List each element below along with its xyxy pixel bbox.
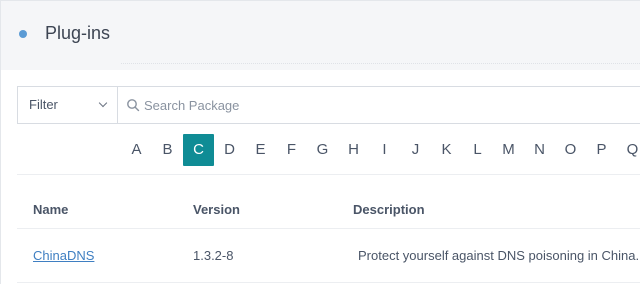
- letter-filter-i[interactable]: I: [369, 134, 400, 166]
- search-input[interactable]: [144, 87, 544, 123]
- letter-filter-k[interactable]: K: [431, 134, 462, 166]
- letter-filter-d[interactable]: D: [214, 134, 245, 166]
- filter-label: Filter: [29, 97, 58, 112]
- letter-filter-c[interactable]: C: [183, 134, 214, 166]
- package-name-link[interactable]: ChinaDNS: [33, 248, 94, 263]
- plugins-panel: Filter ABCDEFGHIJKLMNOPQ Name Version De…: [0, 70, 640, 284]
- letter-filter-o[interactable]: O: [555, 134, 586, 166]
- filter-dropdown[interactable]: Filter: [18, 87, 118, 123]
- letter-filter-f[interactable]: F: [276, 134, 307, 166]
- column-header-name: Name: [33, 202, 69, 217]
- letter-filter-g[interactable]: G: [307, 134, 338, 166]
- column-header-description: Description: [353, 202, 425, 217]
- letter-filter-p[interactable]: P: [586, 134, 617, 166]
- page-title: Plug-ins: [45, 23, 111, 43]
- status-dot-icon: [19, 30, 27, 38]
- header-divider: [121, 63, 640, 64]
- letter-filter-h[interactable]: H: [338, 134, 369, 166]
- letter-filter-q[interactable]: Q: [617, 134, 640, 166]
- table-header-divider: [17, 228, 640, 229]
- alphabet-filter: ABCDEFGHIJKLMNOPQ: [121, 134, 640, 166]
- letter-filter-m[interactable]: M: [493, 134, 524, 166]
- letter-filter-j[interactable]: J: [400, 134, 431, 166]
- page-header: Plug-ins: [0, 0, 640, 70]
- letter-filter-n[interactable]: N: [524, 134, 555, 166]
- letter-filter-l[interactable]: L: [462, 134, 493, 166]
- search-toolbar: Filter: [17, 86, 640, 124]
- search-icon: [127, 99, 140, 112]
- chevron-down-icon: [98, 98, 108, 108]
- letter-filter-b[interactable]: B: [152, 134, 183, 166]
- letter-filter-e[interactable]: E: [245, 134, 276, 166]
- letter-filter-a[interactable]: A: [121, 134, 152, 166]
- alphabet-divider: [17, 174, 640, 175]
- package-version: 1.3.2-8: [193, 248, 234, 263]
- column-header-version: Version: [193, 202, 240, 217]
- row-divider: [17, 282, 640, 283]
- package-description: Protect yourself against DNS poisoning i…: [358, 248, 640, 263]
